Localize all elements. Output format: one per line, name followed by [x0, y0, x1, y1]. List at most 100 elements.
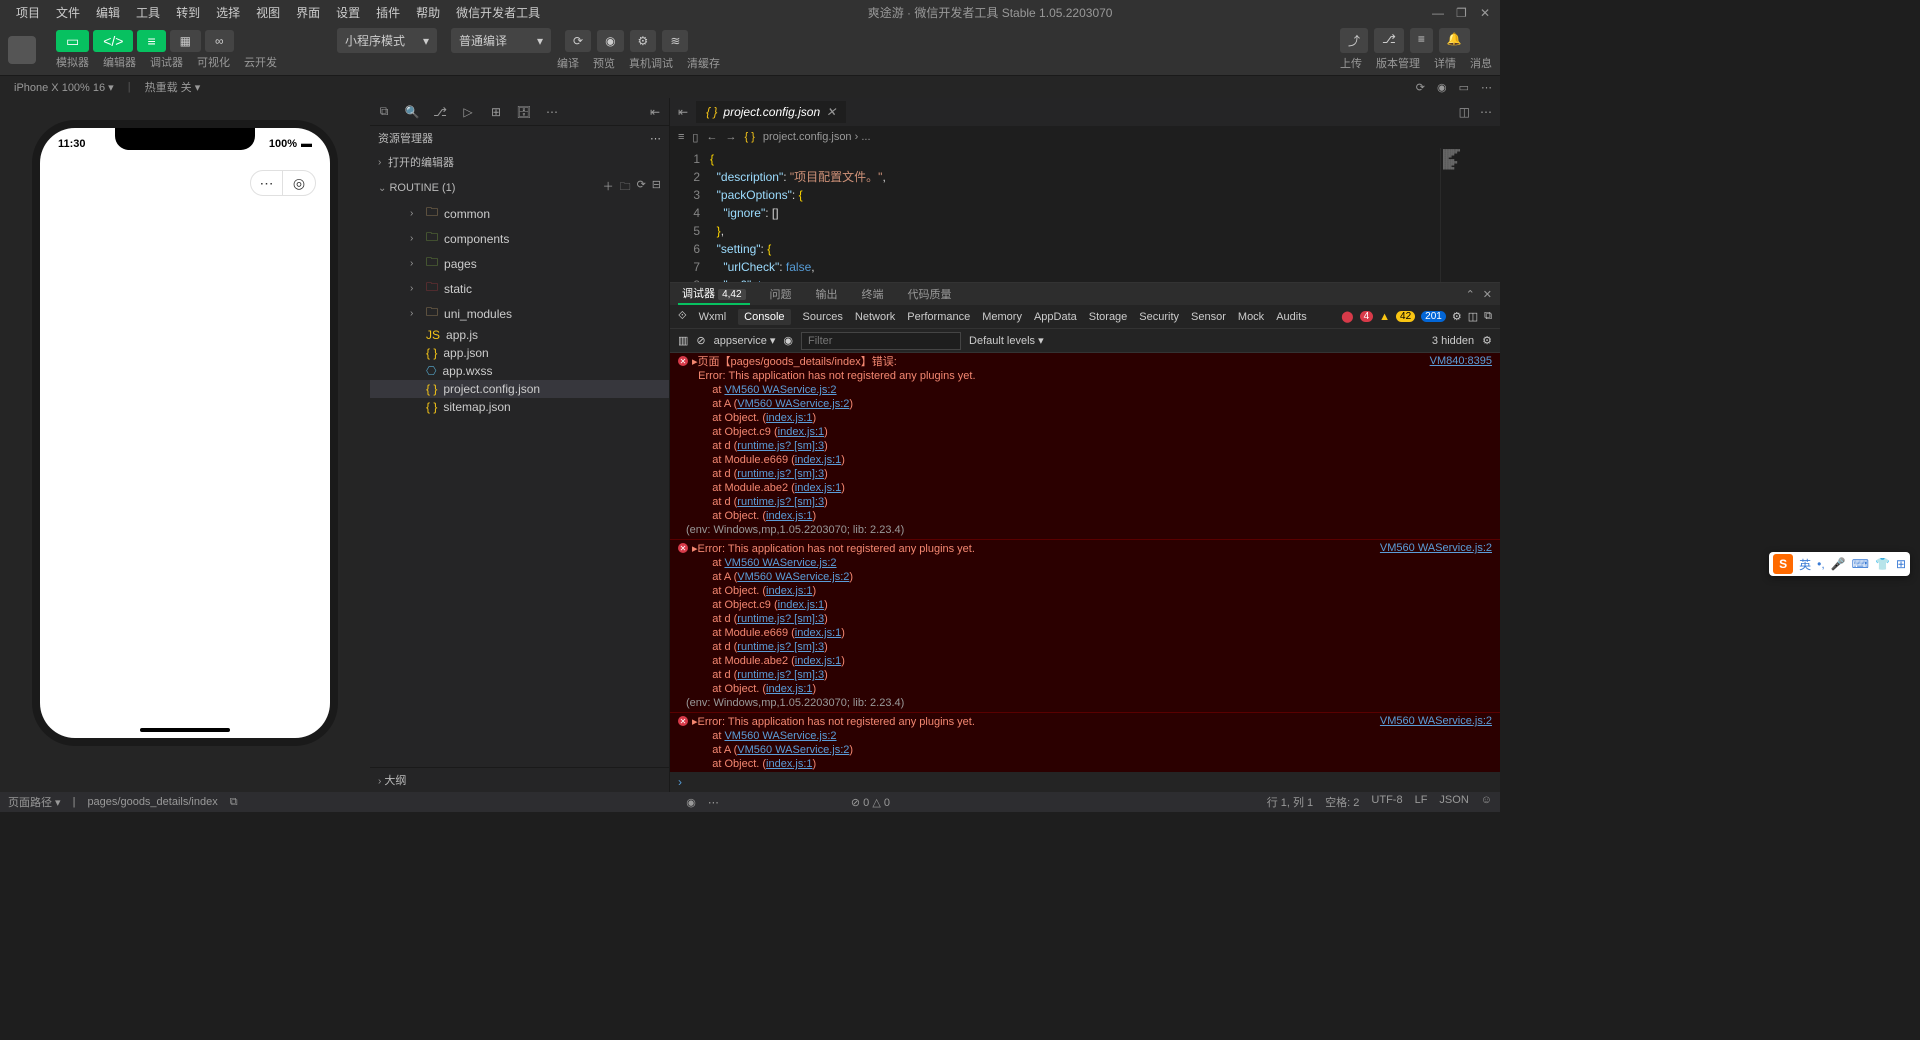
menu-help[interactable]: 帮助 — [408, 4, 448, 21]
tree-item-project-config-json[interactable]: { }project.config.json — [370, 380, 669, 398]
popout-icon[interactable]: ⧉ — [1484, 310, 1492, 323]
console-input[interactable]: › — [670, 772, 1500, 792]
menu-project[interactable]: 项目 — [8, 4, 48, 21]
menu-wxdev[interactable]: 微信开发者工具 — [448, 4, 548, 21]
debugger-button[interactable]: ≡ — [137, 30, 165, 52]
ime-keyboard-icon[interactable]: ⌨ — [1852, 557, 1869, 571]
copy-icon[interactable]: ⧉ — [230, 796, 238, 809]
ime-lang[interactable]: 英 — [1799, 556, 1811, 573]
problems-status[interactable]: ⊘ 0 △ 0 — [851, 796, 890, 809]
breadcrumb-text[interactable]: project.config.json › ... — [763, 131, 871, 143]
notifications-button[interactable]: 🔔 — [1439, 28, 1470, 53]
hidden-count[interactable]: 3 hidden — [1432, 335, 1474, 347]
dock-icon[interactable]: ◫ — [1468, 310, 1478, 323]
debugger-tab[interactable]: 调试器 4,42 — [678, 283, 750, 305]
problems-tab[interactable]: 问题 — [766, 284, 796, 304]
tree-item-static[interactable]: ›🗀static — [370, 276, 669, 301]
ime-grid-icon[interactable]: ⊞ — [1896, 557, 1906, 571]
inspect-icon[interactable]: ⟐ — [678, 310, 687, 323]
indent-status[interactable]: 空格: 2 — [1325, 794, 1359, 810]
new-file-icon[interactable]: ＋ — [603, 178, 614, 197]
tab-close-icon[interactable]: ✕ — [826, 105, 836, 119]
tree-item-app-json[interactable]: { }app.json — [370, 344, 669, 362]
mode-select[interactable]: 小程序模式▾ — [337, 28, 437, 53]
remote-debug-button[interactable]: ⚙ — [630, 30, 657, 52]
files-icon[interactable]: ⧉ — [374, 102, 394, 122]
menu-ui[interactable]: 界面 — [288, 4, 328, 21]
more-icon[interactable]: ⋯ — [1481, 81, 1492, 94]
clear-icon[interactable]: ⊘ — [696, 334, 705, 347]
appdata-tab[interactable]: AppData — [1034, 311, 1077, 323]
audits-tab[interactable]: Audits — [1276, 311, 1307, 323]
menu-file[interactable]: 文件 — [48, 4, 88, 21]
debug-icon[interactable]: ▷ — [458, 102, 478, 122]
clear-cache-button[interactable]: ≋ — [662, 30, 688, 52]
minimize-icon[interactable]: — — [1432, 6, 1444, 18]
file-tab[interactable]: { } project.config.json ✕ — [696, 101, 846, 123]
minimap[interactable]: ████████████████████████████████████████… — [1440, 148, 1500, 282]
page-path-label[interactable]: 页面路径 ▾ — [8, 794, 61, 810]
close-icon[interactable]: ✕ — [1480, 6, 1492, 18]
list-icon[interactable]: ≡ — [678, 131, 684, 143]
menu-select[interactable]: 选择 — [208, 4, 248, 21]
error-count[interactable]: 4 — [1360, 311, 1374, 322]
bookmark-icon[interactable]: ▯ — [692, 131, 698, 144]
ime-mic-icon[interactable]: 🎤 — [1831, 557, 1846, 571]
tree-item-pages[interactable]: ›🗀pages — [370, 251, 669, 276]
toggle-left-icon[interactable]: ⇤ — [670, 105, 696, 119]
collapse-all-icon[interactable]: ⊟ — [652, 178, 661, 197]
preview-button[interactable]: ◉ — [597, 30, 623, 52]
compile-select[interactable]: 普通编译▾ — [451, 28, 551, 53]
search-icon[interactable]: 🔍 — [402, 102, 422, 122]
split-icon[interactable]: ◫ — [1459, 105, 1470, 119]
project-section[interactable]: ⌄ ROUTINE (1) ＋ 🗀 ⟳ ⊟ — [370, 174, 669, 201]
gear-icon[interactable]: ⚙ — [1482, 334, 1492, 347]
simulator-button[interactable]: ▭ — [56, 30, 89, 52]
console-filter[interactable] — [801, 332, 961, 350]
cursor-position[interactable]: 行 1, 列 1 — [1267, 794, 1313, 810]
expand-icon[interactable]: ⌃ — [1466, 288, 1475, 301]
sources-tab[interactable]: Sources — [803, 311, 843, 323]
sidebar-icon[interactable]: ▥ — [678, 334, 688, 347]
refresh-icon[interactable]: ⟳ — [637, 178, 646, 197]
console-tab[interactable]: Console — [738, 309, 790, 325]
open-editors-section[interactable]: › 打开的编辑器 — [370, 150, 669, 174]
more-icon[interactable]: ⋯ — [708, 796, 719, 809]
tree-item-components[interactable]: ›🗀components — [370, 226, 669, 251]
wxml-tab[interactable]: Wxml — [699, 311, 727, 323]
source-link[interactable]: VM560 WAService.js:2 — [1380, 715, 1492, 727]
codequality-tab[interactable]: 代码质量 — [904, 284, 956, 304]
terminal-tab[interactable]: 终端 — [858, 284, 888, 304]
ime-punct-icon[interactable]: •, — [1817, 557, 1825, 571]
cloud-button[interactable]: ∞ — [205, 30, 234, 52]
eye-icon[interactable]: ◉ — [783, 334, 793, 347]
menu-plugins[interactable]: 插件 — [368, 4, 408, 21]
forward-icon[interactable]: → — [725, 131, 736, 143]
new-folder-icon[interactable]: 🗀 — [620, 178, 631, 197]
sogou-icon[interactable]: S — [1773, 554, 1793, 574]
upload-button[interactable]: ⤴ — [1340, 28, 1368, 53]
menu-settings[interactable]: 设置 — [328, 4, 368, 21]
more-icon[interactable]: ⋯ — [650, 132, 661, 145]
db-icon[interactable]: 🗄 — [514, 102, 534, 122]
ime-skin-icon[interactable]: 👕 — [1875, 557, 1890, 571]
git-icon[interactable]: ⎇ — [430, 102, 450, 122]
code-editor[interactable]: 123456789 { "description": "项目配置文件。", "p… — [670, 148, 1500, 282]
ext-icon[interactable]: ⊞ — [486, 102, 506, 122]
outline-section[interactable]: › 大纲 — [370, 767, 669, 792]
encoding-status[interactable]: UTF-8 — [1371, 794, 1402, 810]
refresh-icon[interactable]: ⟳ — [1416, 81, 1425, 94]
device-icon[interactable]: ▭ — [1459, 81, 1469, 94]
context-select[interactable]: appservice ▾ — [714, 334, 776, 347]
compile-button[interactable]: ⟳ — [565, 30, 591, 52]
editor-button[interactable]: </> — [93, 30, 133, 52]
capsule-close-icon[interactable]: ◎ — [283, 171, 315, 195]
output-tab[interactable]: 输出 — [812, 284, 842, 304]
record-icon[interactable]: ◉ — [1437, 81, 1447, 94]
tree-item-app-js[interactable]: JSapp.js — [370, 326, 669, 344]
device-select[interactable]: iPhone X 100% 16 ▾ — [8, 79, 120, 96]
language-status[interactable]: JSON — [1439, 794, 1468, 810]
console-output[interactable]: ✕VM840:8395▸页面【pages/goods_details/index… — [670, 353, 1500, 772]
network-tab[interactable]: Network — [855, 311, 895, 323]
memory-tab[interactable]: Memory — [982, 311, 1022, 323]
